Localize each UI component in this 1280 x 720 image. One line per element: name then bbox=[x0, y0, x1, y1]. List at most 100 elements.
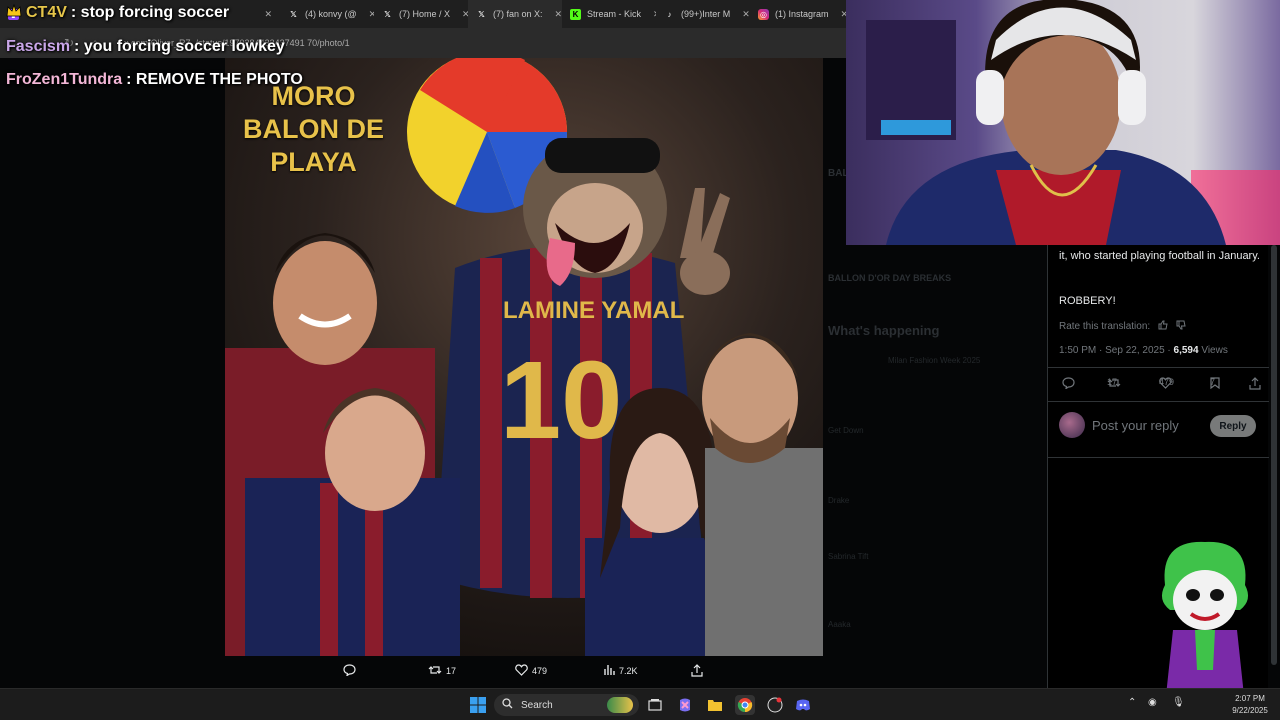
tab-label: (7) Home / X bbox=[399, 9, 451, 19]
photo-views-button[interactable]: 7.2K bbox=[603, 664, 638, 678]
tweet-retweet-button[interactable]: 17 bbox=[1107, 377, 1121, 389]
reply-icon bbox=[1062, 377, 1075, 389]
reply-button[interactable]: Reply bbox=[1210, 415, 1256, 437]
tweet-text: it, who started playing football in Janu… bbox=[1059, 250, 1260, 262]
page-scrollbar[interactable] bbox=[1271, 245, 1277, 665]
tab-tiktok[interactable]: ♪ (99+)Inter M ✕ bbox=[656, 0, 750, 28]
ghost-text: Milan Fashion Week 2025 bbox=[888, 356, 981, 365]
tweet-meta: 1:50 PM · Sep 22, 2025 · 6,594 Views bbox=[1059, 345, 1228, 356]
microphone-icon[interactable]: 🎙 bbox=[1172, 697, 1185, 708]
photo-retweet-button[interactable]: 17 bbox=[428, 664, 456, 678]
photo-share-button[interactable] bbox=[691, 664, 703, 679]
clock-time: 2:07 PM bbox=[1235, 694, 1265, 703]
chat-text: : you forcing soccer lowkey bbox=[74, 38, 285, 55]
ghost-text: Drake bbox=[828, 496, 850, 505]
taskbar-clock[interactable]: 2:07 PM 9/22/2025 bbox=[1226, 693, 1274, 717]
tweet-text-robbery: ROBBERY! bbox=[1059, 295, 1116, 307]
tweet-views-label: Views bbox=[1198, 345, 1228, 356]
photo-like-count: 479 bbox=[532, 666, 548, 676]
instagram-icon: ◎ bbox=[758, 8, 769, 20]
task-view-icon[interactable] bbox=[645, 695, 665, 715]
taskbar-search[interactable]: Search bbox=[494, 694, 639, 716]
chat-message: Fascism: you forcing soccer lowkey bbox=[6, 38, 285, 56]
tab-label: (1) Instagram bbox=[775, 9, 829, 19]
tweet-views-count: 6,594 bbox=[1173, 345, 1199, 356]
file-explorer-icon[interactable] bbox=[705, 695, 725, 715]
tab-fan-on-x[interactable]: 𝕏 (7) fan on X: ✕ bbox=[468, 0, 562, 28]
tab-konvy[interactable]: 𝕏 (4) konvy (@ ✕ bbox=[280, 0, 374, 28]
tweet-bookmark-count: 7 bbox=[1210, 377, 1216, 387]
tab-label: (4) konvy (@ bbox=[305, 9, 357, 19]
tab-home-x[interactable]: 𝕏 (7) Home / X ✕ bbox=[374, 0, 468, 28]
search-highlight-icon bbox=[607, 697, 633, 713]
ghost-text: Aaaka bbox=[828, 620, 851, 629]
ghost-text: BALLON D'OR DAY BREAKS bbox=[828, 273, 952, 283]
webcam-image bbox=[846, 0, 1280, 245]
jersey-name: LAMINE YAMAL bbox=[503, 297, 684, 324]
share-icon bbox=[691, 664, 703, 679]
app-icon[interactable] bbox=[765, 695, 785, 715]
photo-caption: MORO BALON DE PLAYA bbox=[243, 81, 384, 177]
chat-text: : REMOVE THE PHOTO bbox=[126, 71, 303, 88]
thumbs-up-icon[interactable] bbox=[1158, 320, 1168, 333]
photo-like-button[interactable]: 479 bbox=[515, 664, 547, 678]
tweet-share-button[interactable] bbox=[1249, 377, 1261, 390]
photo-retweet-count: 17 bbox=[446, 666, 457, 676]
x-logo-icon: 𝕏 bbox=[478, 9, 485, 19]
search-label: Search bbox=[521, 699, 553, 711]
windows-start-icon[interactable] bbox=[468, 695, 488, 715]
crown-badge-icon bbox=[6, 3, 22, 18]
avatar[interactable] bbox=[1059, 412, 1085, 438]
divider bbox=[1048, 401, 1269, 402]
photo-views-count: 7.2K bbox=[619, 666, 638, 676]
screen: BALLON D'OR DAY BREAKS BALLON D'OR DAY B… bbox=[0, 0, 1280, 720]
tweet-bookmark-button[interactable]: 7 bbox=[1210, 377, 1220, 389]
divider bbox=[1048, 457, 1269, 458]
tweet-photo[interactable]: LAMINE YAMAL 10 MORO BALON DE PLAYA bbox=[225, 58, 823, 656]
tray-app-icon[interactable]: ◉ bbox=[1148, 697, 1157, 708]
analytics-icon bbox=[603, 664, 615, 678]
chrome-icon[interactable] bbox=[735, 695, 755, 715]
chat-username[interactable]: Fascism bbox=[6, 38, 70, 55]
clock-date: 9/22/2025 bbox=[1232, 706, 1268, 715]
tab-instagram[interactable]: ◎ (1) Instagram ✕ bbox=[750, 0, 846, 28]
tweet-reply-button[interactable] bbox=[1062, 377, 1075, 389]
divider bbox=[1048, 367, 1269, 368]
chat-message: FroZen1Tundra: REMOVE THE PHOTO bbox=[6, 71, 303, 89]
chat-username[interactable]: CT4V bbox=[26, 4, 67, 21]
chat-message: CT4V: stop forcing soccer bbox=[6, 3, 230, 22]
close-icon[interactable]: ✕ bbox=[264, 9, 272, 20]
close-icon[interactable]: ✕ bbox=[742, 9, 750, 20]
tiktok-icon: ♪ bbox=[667, 9, 672, 19]
rate-translation: Rate this translation: bbox=[1059, 320, 1186, 333]
close-icon[interactable]: ✕ bbox=[555, 9, 562, 20]
chat-text: : stop forcing soccer bbox=[70, 4, 230, 21]
ghost-text: Sabrina Tift bbox=[828, 552, 869, 561]
heart-icon bbox=[515, 664, 528, 678]
reply-composer: Post your reply Reply bbox=[1059, 412, 1264, 440]
discord-icon[interactable] bbox=[793, 695, 813, 715]
photo-reply-button[interactable] bbox=[343, 664, 356, 678]
tray-chevron-up-icon[interactable]: ⌃ bbox=[1128, 697, 1136, 708]
tweet-like-button[interactable]: 479 bbox=[1159, 377, 1174, 389]
joker-sticker bbox=[1155, 540, 1255, 710]
ghost-heading: What's happening bbox=[828, 323, 940, 338]
tab-label: (7) fan on X: bbox=[493, 9, 543, 19]
webcam-feed bbox=[846, 0, 1280, 245]
kick-icon: K bbox=[570, 8, 581, 20]
tweet-timestamp[interactable]: 1:50 PM · Sep 22, 2025 · bbox=[1059, 345, 1174, 356]
reply-input[interactable]: Post your reply bbox=[1092, 418, 1179, 433]
copilot-icon[interactable] bbox=[675, 695, 695, 715]
thumbs-down-icon[interactable] bbox=[1176, 320, 1186, 333]
rate-translation-label: Rate this translation: bbox=[1059, 321, 1151, 332]
share-icon bbox=[1249, 377, 1261, 390]
ghost-text: Get Down bbox=[828, 426, 864, 435]
photo-action-bar: 17 479 7.2K bbox=[225, 660, 823, 686]
reply-icon bbox=[343, 664, 356, 678]
x-logo-icon: 𝕏 bbox=[384, 9, 391, 19]
chat-username[interactable]: FroZen1Tundra bbox=[6, 71, 122, 88]
windows-taskbar: Search ⌃ ◉ 🎙 2:07 PM 9/22/2025 bbox=[0, 688, 1280, 720]
tab-label: (99+)Inter M bbox=[681, 9, 731, 19]
tab-kick[interactable]: K Stream - Kick ✕ bbox=[562, 0, 656, 28]
search-icon bbox=[502, 698, 513, 712]
